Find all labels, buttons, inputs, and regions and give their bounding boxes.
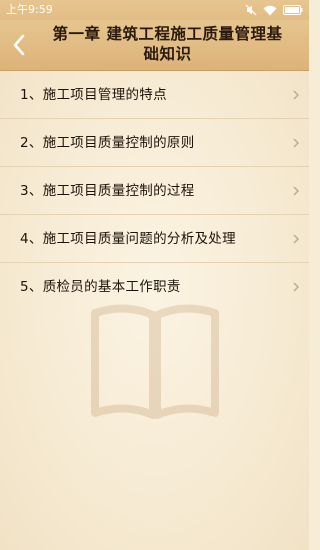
chapter-content: 1、施工项目管理的特点 2、施工项目质量控制的原则 3、施工项目质量控制的过程 … [0, 71, 309, 550]
list-item[interactable]: 4、施工项目质量问题的分析及处理 [0, 215, 309, 263]
chevron-right-icon [293, 138, 299, 148]
chevron-right-icon [293, 234, 299, 244]
list-item[interactable]: 5、质检员的基本工作职责 [0, 263, 309, 311]
page-title: 第一章 建筑工程施工质量管理基础知识 [52, 25, 283, 63]
chevron-right-icon [293, 90, 299, 100]
battery-icon [283, 5, 303, 15]
list-item[interactable]: 3、施工项目质量控制的过程 [0, 167, 309, 215]
list-item-label: 4、施工项目质量问题的分析及处理 [20, 231, 236, 247]
list-item-label: 5、质检员的基本工作职责 [20, 279, 181, 295]
list-item-label: 2、施工项目质量控制的原则 [20, 135, 195, 151]
header-bar: 第一章 建筑工程施工质量管理基础知识 [0, 20, 309, 71]
list-item[interactable]: 2、施工项目质量控制的原则 [0, 119, 309, 167]
status-icons [245, 0, 303, 20]
list-item-label: 1、施工项目管理的特点 [20, 87, 167, 103]
chevron-right-icon [293, 282, 299, 292]
chevron-right-icon [293, 186, 299, 196]
status-bar: 上午9:59 [0, 0, 309, 20]
list-item[interactable]: 1、施工项目管理的特点 [0, 71, 309, 119]
wifi-icon [263, 5, 277, 16]
status-time: 上午9:59 [6, 3, 53, 16]
list-item-label: 3、施工项目质量控制的过程 [20, 183, 195, 199]
book-watermark-icon [91, 304, 219, 419]
chevron-left-icon [13, 34, 25, 56]
mute-icon [245, 4, 257, 16]
back-button[interactable] [4, 28, 34, 62]
